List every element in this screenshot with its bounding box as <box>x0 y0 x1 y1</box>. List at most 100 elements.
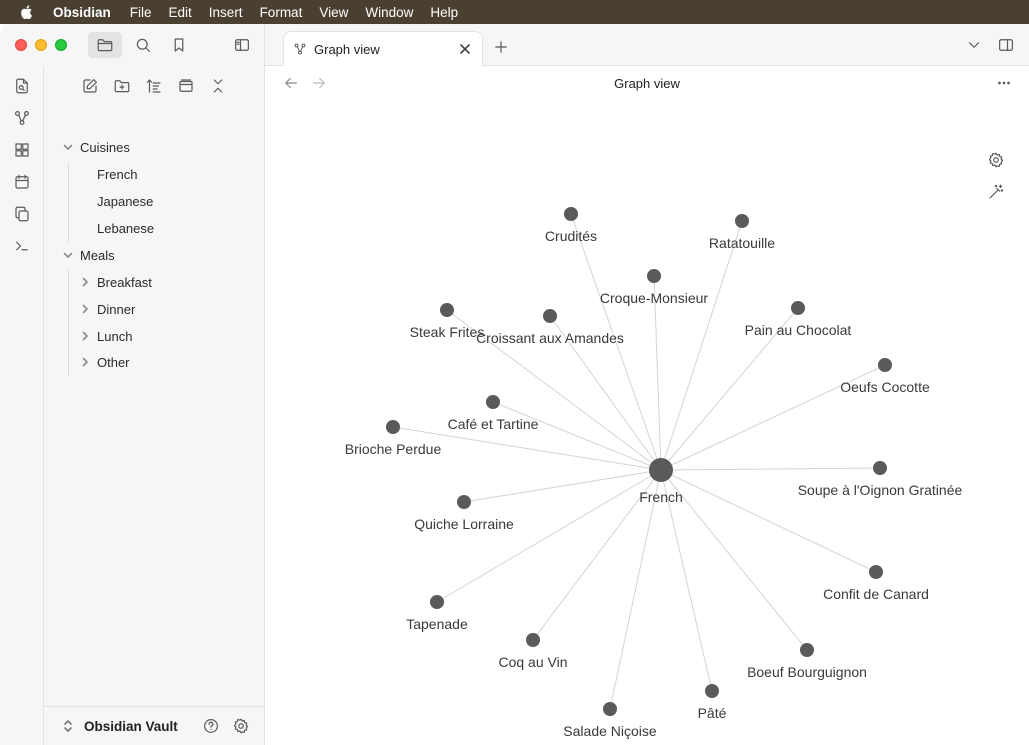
magic-wand-icon <box>989 184 1004 199</box>
graph-node[interactable] <box>647 269 661 283</box>
graph-node-label: Ratatouille <box>709 235 775 251</box>
graph-node[interactable] <box>564 207 578 221</box>
graph-node[interactable] <box>878 358 892 372</box>
graph-node[interactable] <box>705 684 719 698</box>
graph-node-label: Brioche Perdue <box>345 441 442 457</box>
graph-node[interactable] <box>873 461 887 475</box>
graph-node[interactable] <box>440 303 454 317</box>
chevron-right-icon <box>79 276 91 288</box>
settings-button[interactable] <box>230 715 252 737</box>
menu-app-name[interactable]: Obsidian <box>53 5 111 20</box>
graph-node-label: Tapenade <box>406 616 468 632</box>
tree-folder-breakfast[interactable]: Breakfast <box>79 271 152 293</box>
sort-icon <box>146 79 161 93</box>
new-note-button[interactable] <box>78 74 102 98</box>
graph-node[interactable] <box>430 595 444 609</box>
tree-folder-cuisines[interactable]: Cuisines <box>62 136 130 158</box>
graph-edge <box>660 467 881 471</box>
graph-node[interactable] <box>800 643 814 657</box>
tree-item-label: Lunch <box>97 328 133 344</box>
graph-node[interactable] <box>386 420 400 434</box>
graph-node[interactable] <box>543 309 557 323</box>
tree-folder-other[interactable]: Other <box>79 351 130 373</box>
sidebar-left-icon <box>235 39 249 51</box>
tree-file-french[interactable]: French <box>97 163 137 185</box>
graph-canvas[interactable]: Crudités Ratatouille Croque-Monsieur Steak … <box>265 100 1029 745</box>
graph-node[interactable] <box>869 565 883 579</box>
files-tab-button[interactable] <box>88 32 122 58</box>
tree-folder-lunch[interactable]: Lunch <box>79 325 132 347</box>
graph-node-label: Crudités <box>545 228 597 244</box>
menu-file[interactable]: File <box>130 5 152 20</box>
open-quick-switcher-button[interactable] <box>10 74 34 98</box>
menu-help[interactable]: Help <box>430 5 458 20</box>
vault-name[interactable]: Obsidian Vault <box>84 719 178 734</box>
layout-dashboard-icon <box>15 143 29 157</box>
menu-edit[interactable]: Edit <box>169 5 192 20</box>
window-close-button[interactable] <box>15 39 27 51</box>
chevron-right-icon <box>79 303 91 315</box>
window-maximize-button[interactable] <box>55 39 67 51</box>
new-tab-button[interactable] <box>490 36 512 58</box>
tab-bar: Graph view <box>265 24 1029 66</box>
graph-node-center[interactable] <box>649 458 673 482</box>
graph-icon <box>15 111 29 125</box>
menu-insert[interactable]: Insert <box>209 5 243 20</box>
graph-edge <box>436 469 662 603</box>
apple-logo-icon[interactable] <box>19 4 35 20</box>
chevrons-up-down-icon[interactable] <box>62 719 74 733</box>
collapse-all-button[interactable] <box>206 74 230 98</box>
chevron-right-icon <box>79 330 91 342</box>
bookmarks-tab-button[interactable] <box>166 32 192 58</box>
graph-node[interactable] <box>526 633 540 647</box>
open-canvas-button[interactable] <box>10 138 34 162</box>
menu-window[interactable]: Window <box>365 5 413 20</box>
graph-svg[interactable]: Crudités Ratatouille Croque-Monsieur Steak … <box>265 100 1029 745</box>
open-graph-view-button[interactable] <box>10 106 34 130</box>
tree-item-label: Dinner <box>97 301 136 317</box>
help-button[interactable] <box>200 715 222 737</box>
gear-icon <box>988 152 1004 168</box>
auto-reveal-file-button[interactable] <box>174 74 198 98</box>
animate-graph-button[interactable] <box>984 180 1008 204</box>
graph-node-label: Boeuf Bourguignon <box>747 664 867 680</box>
ribbon <box>0 66 44 745</box>
tree-indent-guide <box>68 162 69 243</box>
menu-view[interactable]: View <box>319 5 348 20</box>
tab-list-button[interactable] <box>963 34 985 56</box>
menu-bar: Obsidian File Edit Insert Format View Wi… <box>0 0 1029 24</box>
window-minimize-button[interactable] <box>35 39 47 51</box>
toggle-left-sidebar-button[interactable] <box>229 32 255 58</box>
close-icon[interactable] <box>458 42 472 56</box>
graph-node[interactable] <box>457 495 471 509</box>
new-folder-button[interactable] <box>110 74 134 98</box>
chevron-down-icon <box>968 42 980 48</box>
tree-indent-guide <box>68 270 69 376</box>
toggle-right-sidebar-button[interactable] <box>994 33 1018 57</box>
tree-item-label: French <box>97 166 138 182</box>
graph-settings-button[interactable] <box>984 148 1008 172</box>
more-options-button[interactable] <box>993 72 1015 94</box>
tree-item-label: Meals <box>80 247 115 263</box>
change-sort-order-button[interactable] <box>142 74 166 98</box>
graph-node[interactable] <box>603 702 617 716</box>
tree-folder-dinner[interactable]: Dinner <box>79 298 135 320</box>
graph-node[interactable] <box>735 214 749 228</box>
insert-template-button[interactable] <box>10 202 34 226</box>
open-command-palette-button[interactable] <box>10 234 34 258</box>
search-tab-button[interactable] <box>130 32 156 58</box>
tree-file-japanese[interactable]: Japanese <box>97 190 153 212</box>
edit-icon <box>83 79 97 93</box>
graph-node-label: Soupe à l'Oignon Gratinée <box>798 482 963 498</box>
folder-plus-icon <box>114 80 130 93</box>
tree-folder-meals[interactable]: Meals <box>62 244 115 266</box>
tab-graph-view[interactable]: Graph view <box>283 31 483 66</box>
gear-icon <box>233 718 249 734</box>
menu-format[interactable]: Format <box>260 5 303 20</box>
open-daily-note-button[interactable] <box>10 170 34 194</box>
tree-file-lebanese[interactable]: Lebanese <box>97 217 154 239</box>
graph-edge <box>492 401 662 471</box>
graph-edge <box>609 469 662 710</box>
graph-node[interactable] <box>486 395 500 409</box>
graph-node[interactable] <box>791 301 805 315</box>
